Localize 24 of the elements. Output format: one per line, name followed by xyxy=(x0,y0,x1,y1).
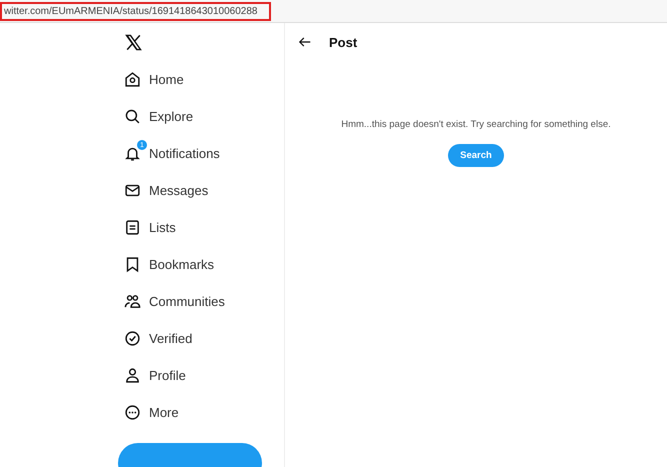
envelope-icon xyxy=(124,182,141,199)
nav-item[interactable]: More xyxy=(124,394,179,431)
back-arrow-icon[interactable] xyxy=(298,35,312,49)
people-icon xyxy=(124,293,141,310)
nav-item[interactable]: Bookmarks xyxy=(124,246,214,283)
nav-item[interactable]: Profile xyxy=(124,357,186,394)
list-icon xyxy=(124,219,141,236)
x-logo-icon[interactable] xyxy=(124,33,143,52)
nav-item[interactable]: Lists xyxy=(124,209,176,246)
person-icon xyxy=(124,367,141,384)
url-text[interactable]: witter.com/EUmARMENIA/status/1691418643010060288 xyxy=(0,2,272,20)
search-icon xyxy=(124,108,141,125)
page-title: Post xyxy=(329,34,358,50)
home-icon xyxy=(124,71,141,88)
nav-item[interactable]: Verified xyxy=(124,320,192,357)
badge-check-icon xyxy=(124,330,141,347)
bookmark-icon xyxy=(124,256,141,273)
nav-item[interactable]: Explore xyxy=(124,98,194,135)
empty-message: Hmm...this page doesn't exist. Try searching for something else. xyxy=(341,119,611,130)
bell-icon xyxy=(124,145,141,162)
nav-item[interactable]: Messages xyxy=(124,172,208,209)
nav-item[interactable]: Home xyxy=(124,61,184,98)
nav-item[interactable]: Communities xyxy=(124,283,225,320)
more-icon xyxy=(124,404,141,421)
